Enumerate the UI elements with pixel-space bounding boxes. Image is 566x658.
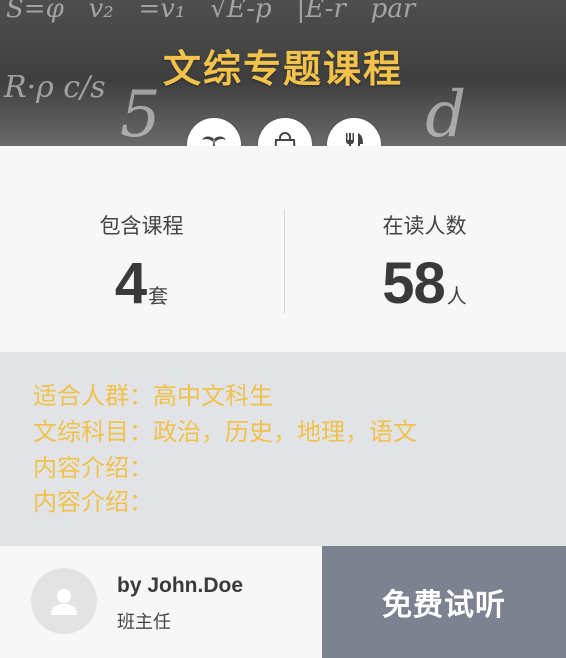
info-content: 内容介绍： [33,454,153,482]
avatar [31,568,97,634]
info-content: 内容介绍： [33,488,153,516]
stat-value: 4套 [0,250,283,317]
course-info: 适合人群：高中文科生 文综科目：政治，历史，地理，语文 内容介绍： 内容介绍： [0,352,566,546]
user-icon [51,589,77,615]
course-card: S=φ v₂ =v₁ √E-p |E-r ṗar R·ρ c/s 5 d 文综专… [0,0,566,658]
stat-value: 58 人 [283,250,566,317]
free-trial-button[interactable]: 免费试听 [322,546,566,658]
banner-title: 文综专题课程 [162,47,403,91]
course-footer: by John.Doe 班主任 免费试听 [0,546,566,658]
info-subjects: 文综科目：政治，历史，地理，语文 [33,418,417,446]
teacher-role: 班主任 [117,612,171,633]
stat-label: 包含课程 [99,214,184,238]
course-stats: 包含课程 4套 在读人数 58 人 [0,146,566,352]
teacher-name: by John.Doe [117,574,244,597]
stat-number: 58 [382,251,446,316]
info-audience: 适合人群：高中文科生 [33,382,273,410]
chalk-doodle: S=φ v₂ =v₁ √E-p |E-r ṗar [6,0,416,24]
stat-unit: 人 [446,284,467,308]
stat-unit: 套 [148,284,169,308]
stat-number: 4 [114,251,147,316]
stat-readers: 在读人数 58 人 [283,146,566,352]
stat-label: 在读人数 [382,214,467,238]
stat-courses: 包含课程 4套 [0,146,283,352]
